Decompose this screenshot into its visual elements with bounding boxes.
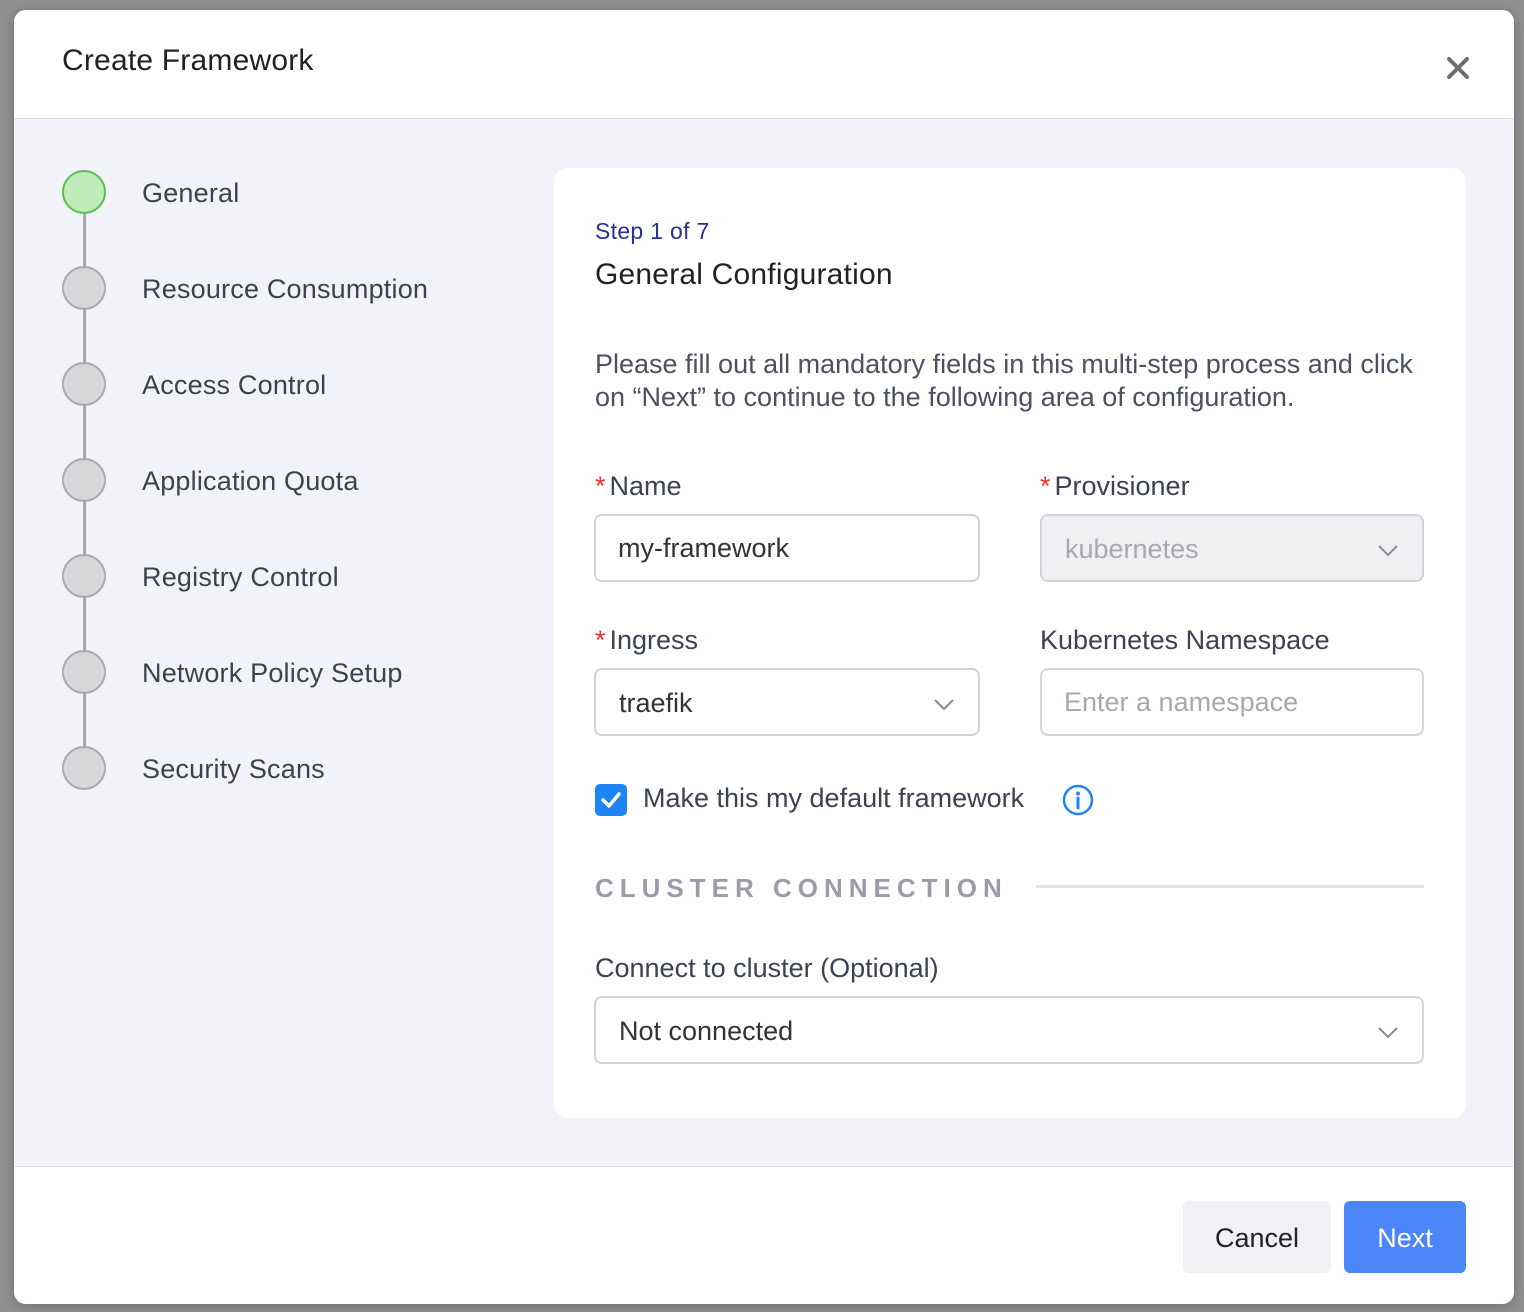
step-general[interactable]: General <box>62 170 522 218</box>
default-framework-checkbox[interactable] <box>595 784 627 816</box>
required-mark: * <box>1040 471 1051 501</box>
required-mark: * <box>595 625 606 655</box>
namespace-input[interactable] <box>1040 668 1424 736</box>
step-indicator-active <box>62 170 106 214</box>
step-label: Network Policy Setup <box>142 658 403 688</box>
stepper-connector <box>83 502 86 554</box>
name-input[interactable] <box>594 514 980 582</box>
modal-footer: Cancel Next <box>14 1166 1514 1304</box>
provisioner-value: kubernetes <box>1065 534 1199 564</box>
name-label-text: Name <box>609 471 682 501</box>
stepper-connector <box>83 694 86 746</box>
general-configuration-card: Step 1 of 7 General Configuration Please… <box>554 168 1466 1118</box>
step-label: Registry Control <box>142 562 339 592</box>
connect-cluster-value: Not connected <box>619 1016 794 1046</box>
section-divider <box>1036 885 1424 888</box>
info-icon[interactable] <box>1061 783 1095 817</box>
step-application-quota[interactable]: Application Quota <box>62 458 522 506</box>
close-icon <box>1447 57 1469 79</box>
modal-header: Create Framework <box>14 10 1514 119</box>
connect-cluster-select[interactable]: Not connected <box>594 996 1424 1064</box>
provisioner-select: kubernetes <box>1040 514 1424 582</box>
ingress-label: * Ingress <box>595 625 698 656</box>
step-security-scans[interactable]: Security Scans <box>62 746 522 794</box>
create-framework-modal: Create Framework General Resource Consum… <box>14 10 1514 1304</box>
card-description: Please fill out all mandatory fields in … <box>595 349 1413 412</box>
stepper: General Resource Consumption Access Cont… <box>62 170 522 810</box>
cluster-connection-heading: CLUSTER CONNECTION <box>595 873 1008 903</box>
step-access-control[interactable]: Access Control <box>62 362 522 410</box>
next-button[interactable]: Next <box>1344 1201 1466 1273</box>
stepper-connector <box>83 214 86 266</box>
step-registry-control[interactable]: Registry Control <box>62 554 522 602</box>
step-label: Security Scans <box>142 754 325 784</box>
chevron-down-icon <box>1376 538 1400 562</box>
close-button[interactable] <box>1442 52 1474 84</box>
ingress-select[interactable]: traefik <box>594 668 980 736</box>
connect-cluster-label: Connect to cluster (Optional) <box>595 953 939 983</box>
default-framework-label: Make this my default framework <box>643 783 1025 813</box>
step-indicator <box>62 266 106 310</box>
card-title: General Configuration <box>595 258 893 291</box>
chevron-down-icon <box>1376 1020 1400 1044</box>
check-icon <box>601 792 621 808</box>
step-indicator <box>62 554 106 598</box>
step-network-policy-setup[interactable]: Network Policy Setup <box>62 650 522 698</box>
step-resource-consumption[interactable]: Resource Consumption <box>62 266 522 314</box>
step-label: Application Quota <box>142 466 359 496</box>
stepper-connector <box>83 406 86 458</box>
ingress-value: traefik <box>619 688 693 718</box>
step-counter: Step 1 of 7 <box>595 218 710 244</box>
step-indicator <box>62 746 106 790</box>
step-indicator <box>62 650 106 694</box>
stepper-connector <box>83 598 86 650</box>
chevron-down-icon <box>932 692 956 716</box>
provisioner-label-text: Provisioner <box>1054 471 1190 501</box>
modal-title: Create Framework <box>62 44 314 77</box>
step-label: Access Control <box>142 370 327 400</box>
step-label: Resource Consumption <box>142 274 429 304</box>
step-indicator <box>62 362 106 406</box>
ingress-label-text: Ingress <box>609 625 699 655</box>
cancel-button[interactable]: Cancel <box>1183 1201 1331 1273</box>
step-indicator <box>62 458 106 502</box>
stepper-connector <box>83 310 86 362</box>
required-mark: * <box>595 471 606 501</box>
namespace-label: Kubernetes Namespace <box>1040 625 1330 655</box>
provisioner-label: * Provisioner <box>1040 471 1190 502</box>
name-label: * Name <box>595 471 682 502</box>
step-label: General <box>142 178 240 208</box>
